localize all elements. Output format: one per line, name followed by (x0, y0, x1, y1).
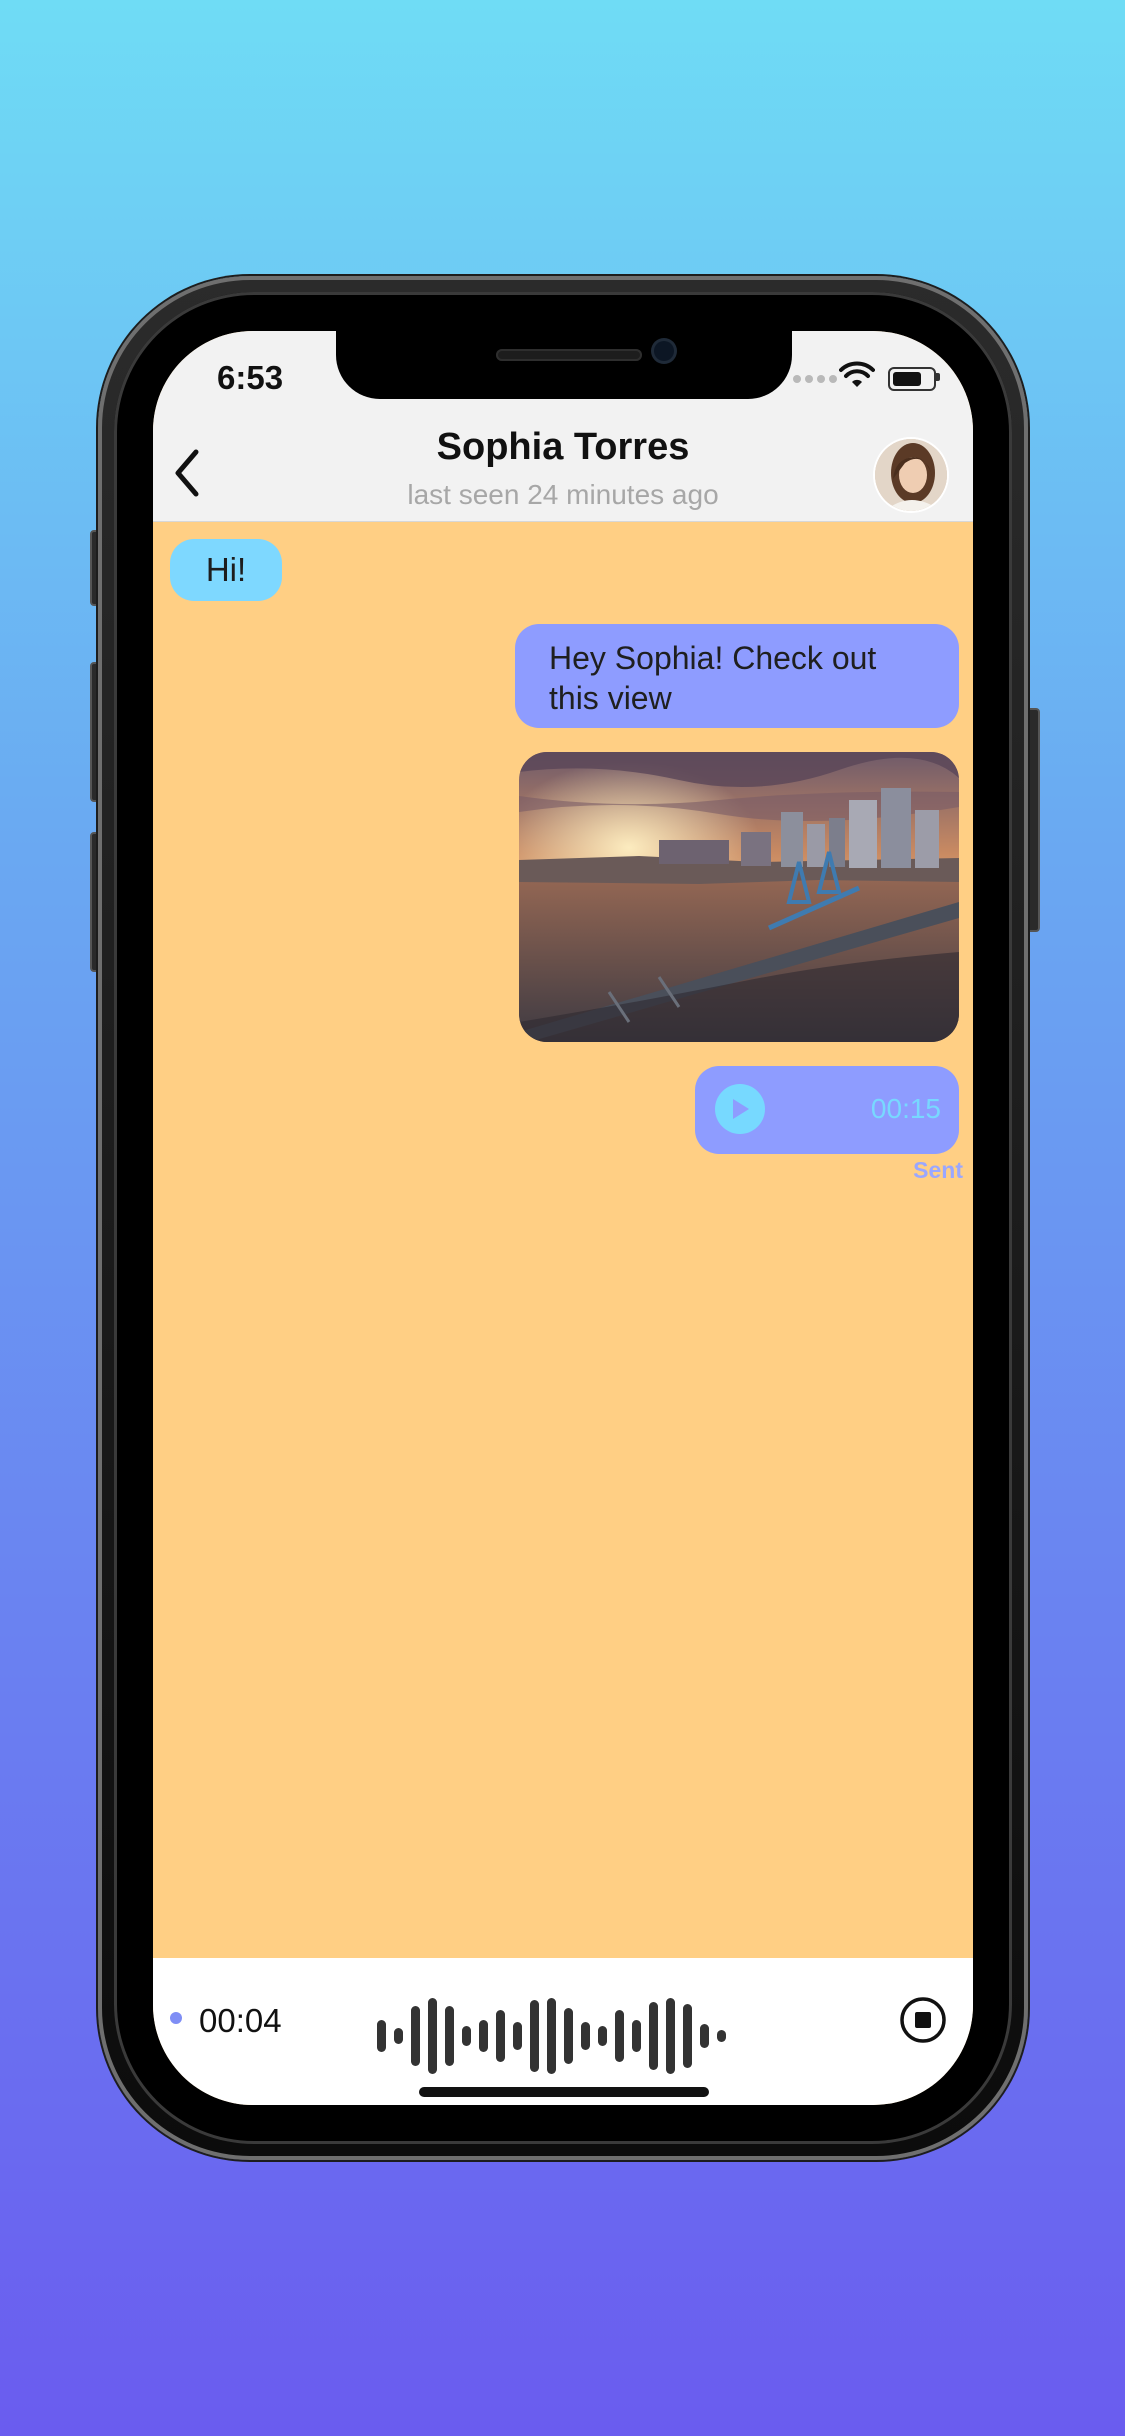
chat-screen: 6:53 Sophia Torres last seen 24 minutes … (153, 331, 973, 2105)
home-indicator[interactable] (419, 2087, 709, 2097)
outgoing-message-bubble[interactable]: Hey Sophia! Check out this view (515, 624, 959, 728)
stop-recording-button[interactable] (899, 1996, 947, 2044)
audio-message-bubble[interactable]: 00:15 (695, 1066, 959, 1154)
status-time: 6:53 (217, 359, 284, 396)
image-message[interactable] (519, 752, 959, 1042)
contact-avatar[interactable] (875, 439, 947, 511)
status-icons (793, 361, 943, 391)
waveform-icon (377, 1998, 726, 2074)
battery-tip (936, 373, 940, 381)
play-button[interactable] (715, 1084, 765, 1134)
signal-icon (793, 375, 837, 383)
front-camera (654, 341, 674, 361)
play-icon (733, 1099, 749, 1119)
incoming-message-bubble[interactable]: Hi! (170, 539, 282, 601)
wifi-icon (839, 361, 875, 387)
last-seen-status: last seen 24 minutes ago (407, 479, 719, 510)
stop-icon (900, 1997, 946, 2043)
power-button (1026, 708, 1040, 932)
battery-icon (888, 367, 936, 391)
recording-bar: 00:04 (153, 1958, 973, 2105)
earpiece-speaker (496, 349, 642, 361)
notch (336, 331, 792, 399)
recording-indicator-dot (170, 2012, 182, 2024)
contact-name[interactable]: Sophia Torres (153, 426, 973, 469)
audio-duration: 00:15 (870, 1093, 941, 1124)
delivery-status: Sent (913, 1157, 963, 1183)
recording-timer: 00:04 (199, 2002, 282, 2039)
